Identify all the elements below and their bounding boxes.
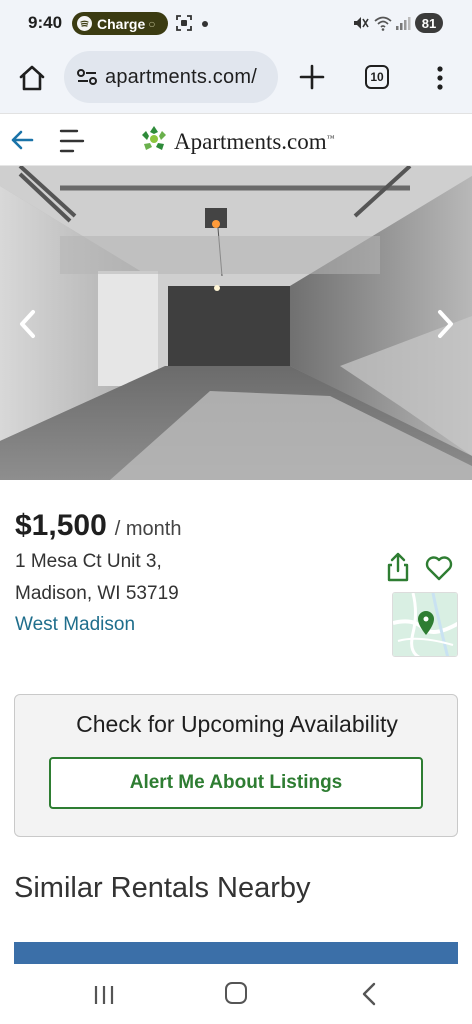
address-line-2: Madison, WI 53719: [15, 583, 179, 604]
address-bar[interactable]: apartments.com/: [64, 51, 278, 103]
availability-title: Check for Upcoming Availability: [76, 711, 398, 737]
tab-switcher-button[interactable]: 10: [365, 65, 389, 89]
site-settings-icon[interactable]: [76, 68, 98, 91]
notification-dot-icon: [202, 21, 208, 27]
similar-rentals-card-preview[interactable]: [14, 942, 458, 964]
logo-text: Apartments.com™: [174, 129, 335, 155]
back-nav-icon[interactable]: [360, 982, 378, 1011]
mute-icon: [352, 14, 370, 37]
status-bar: 9:40 Charge ○ 81: [0, 0, 472, 48]
system-nav-bar: [0, 964, 472, 1024]
price: $1,500: [15, 509, 107, 542]
address-line-1: 1 Mesa Ct Unit 3,: [15, 551, 162, 572]
logo-wordmark: Apartments.com: [174, 128, 327, 154]
alert-me-button[interactable]: Alert Me About Listings: [49, 757, 423, 809]
neighborhood-link[interactable]: West Madison: [15, 614, 135, 636]
screenshot-icon: [175, 14, 193, 37]
home-nav-icon[interactable]: [225, 982, 247, 1004]
photo-next-icon[interactable]: [433, 309, 457, 344]
charge-pill: Charge ○: [72, 12, 168, 35]
signal-icon: [395, 14, 411, 37]
availability-card: Check for Upcoming Availability Alert Me…: [14, 694, 458, 837]
wifi-icon: [374, 14, 392, 37]
price-period: / month: [114, 518, 182, 540]
home-icon[interactable]: [16, 62, 48, 94]
status-time: 9:40: [28, 13, 63, 32]
hamburger-menu-icon[interactable]: [59, 127, 85, 160]
back-arrow-icon[interactable]: [10, 129, 34, 156]
charge-label: Charge: [97, 15, 146, 32]
browser-toolbar: apartments.com/ 10: [0, 48, 472, 114]
map-thumbnail[interactable]: [392, 592, 458, 657]
price-row: $1,500 / month: [15, 509, 181, 543]
similar-rentals-title: Similar Rentals Nearby: [14, 872, 311, 904]
recent-apps-icon[interactable]: [92, 984, 116, 1011]
charge-ring-icon: ○: [148, 16, 156, 31]
favorite-heart-icon[interactable]: [425, 555, 453, 586]
share-icon[interactable]: [386, 552, 410, 587]
battery-indicator: 81: [415, 13, 443, 33]
apartments-logo[interactable]: Apartments.com™: [139, 124, 335, 159]
more-menu-icon[interactable]: [430, 64, 450, 92]
photo-prev-icon[interactable]: [16, 309, 40, 344]
garage-photo-image: [0, 166, 472, 480]
logo-trademark: ™: [326, 132, 335, 142]
listing-photo[interactable]: [0, 166, 472, 480]
new-tab-icon[interactable]: [298, 63, 326, 91]
map-preview-image: [393, 593, 457, 656]
logo-mark-icon: [139, 124, 169, 159]
url-text: apartments.com/: [105, 66, 257, 88]
spotify-icon: [77, 16, 92, 31]
site-header: Apartments.com™: [0, 115, 472, 166]
